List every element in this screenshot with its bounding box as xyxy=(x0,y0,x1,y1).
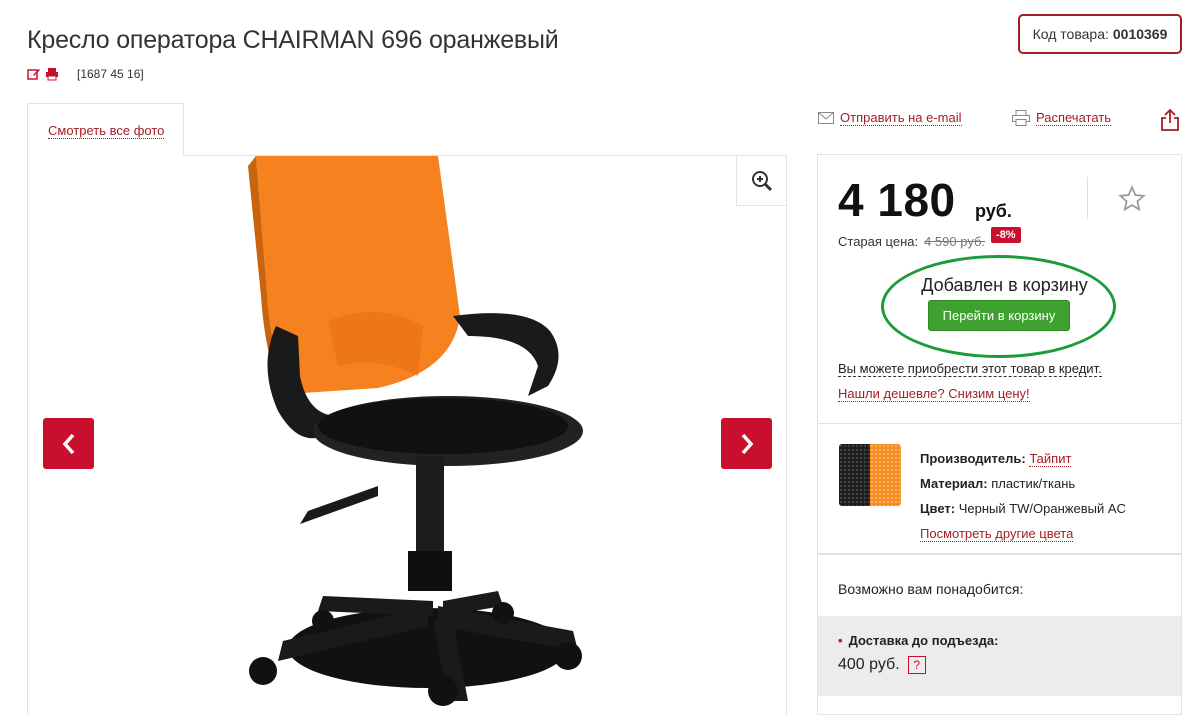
price-divider xyxy=(1087,177,1088,219)
color-swatch xyxy=(839,444,901,506)
share-icon xyxy=(1161,108,1179,131)
chevron-left-icon xyxy=(62,433,74,454)
delivery-price: 400 руб. xyxy=(838,656,900,673)
added-to-cart-text: Добавлен в корзину xyxy=(921,275,1088,295)
spec-card: Производитель: Тайпит Материал: пластик/… xyxy=(817,424,1182,554)
price-card: 4 180 руб. Старая цена: 4 590 руб. -8% Д… xyxy=(817,154,1182,424)
print-action[interactable]: Распечатать xyxy=(1012,110,1112,126)
price-value: 4 180 xyxy=(838,174,956,226)
help-icon[interactable]: ? xyxy=(907,656,926,674)
gallery-prev-button[interactable] xyxy=(43,418,94,469)
favorite-button[interactable] xyxy=(1118,185,1146,218)
manufacturer-link[interactable]: Тайпит xyxy=(1029,451,1072,467)
print-link[interactable]: Распечатать xyxy=(1036,110,1112,126)
go-to-cart-button[interactable]: Перейти в корзину xyxy=(928,300,1070,331)
you-may-need-title: Возможно вам понадобится: xyxy=(838,581,1024,597)
tab-all-photos-label[interactable]: Смотреть все фото xyxy=(48,123,165,139)
tab-all-photos[interactable]: Смотреть все фото xyxy=(27,103,184,156)
edit-icon[interactable] xyxy=(27,67,41,81)
material-value: пластик/ткань xyxy=(991,476,1076,491)
spec-other-colors: Посмотреть другие цвета xyxy=(920,521,1126,546)
bullet-icon: • xyxy=(838,633,843,648)
product-subrow: [1687 45 16] xyxy=(27,67,144,81)
material-label: Материал: xyxy=(920,476,988,491)
old-price-label: Старая цена: xyxy=(838,233,919,249)
other-colors-link[interactable]: Посмотреть другие цвета xyxy=(920,526,1074,542)
spec-color: Цвет: Черный TW/Оранжевый AC xyxy=(920,496,1126,521)
send-email-action[interactable]: Отправить на e-mail xyxy=(818,110,962,126)
print-icon[interactable] xyxy=(45,67,59,81)
send-email-link[interactable]: Отправить на e-mail xyxy=(840,110,962,126)
price-currency: руб. xyxy=(975,201,1012,221)
product-code-box: Код товара: 0010369 xyxy=(1018,14,1182,54)
product-title: Кресло оператора CHAIRMAN 696 оранжевый xyxy=(27,26,559,54)
delivery-price-row: 400 руб. ? xyxy=(838,656,926,674)
zoom-button[interactable] xyxy=(736,156,786,206)
product-meta: [1687 45 16] xyxy=(77,67,144,81)
delivery-label: Доставка до подъезда: xyxy=(848,633,999,648)
you-may-need-card: Возможно вам понадобится: • Доставка до п… xyxy=(817,554,1182,715)
swatch-black xyxy=(839,444,870,506)
discount-badge: -8% xyxy=(991,227,1021,243)
delivery-block: • Доставка до подъезда: 400 руб. ? xyxy=(818,616,1181,696)
zoom-in-icon xyxy=(751,170,772,191)
delivery-label-row: • Доставка до подъезда: xyxy=(838,633,998,648)
printer-icon xyxy=(1012,110,1030,126)
color-value: Черный TW/Оранжевый AC xyxy=(958,501,1126,516)
credit-link[interactable]: Вы можете приобрести этот товар в кредит… xyxy=(838,361,1102,377)
product-code-value: 0010369 xyxy=(1112,26,1168,42)
spec-manufacturer: Производитель: Тайпит xyxy=(920,446,1126,471)
manufacturer-label: Производитель: xyxy=(920,451,1026,466)
color-label: Цвет: xyxy=(920,501,956,516)
swatch-orange xyxy=(870,444,901,506)
product-gallery xyxy=(27,155,787,715)
old-price-row: Старая цена: 4 590 руб. -8% xyxy=(838,227,1021,249)
star-icon xyxy=(1118,185,1146,212)
chevron-right-icon xyxy=(741,433,753,454)
spec-list: Производитель: Тайпит Материал: пластик/… xyxy=(920,446,1126,546)
product-code-label: Код товара: xyxy=(1032,26,1109,42)
envelope-icon xyxy=(818,112,834,124)
found-cheaper-link[interactable]: Нашли дешевле? Снизим цену! xyxy=(838,386,1030,402)
share-button[interactable] xyxy=(1160,108,1180,137)
gallery-next-button[interactable] xyxy=(721,418,772,469)
spec-material: Материал: пластик/ткань xyxy=(920,471,1126,496)
old-price-value: 4 590 руб. xyxy=(924,233,986,249)
chair-image xyxy=(248,156,583,706)
